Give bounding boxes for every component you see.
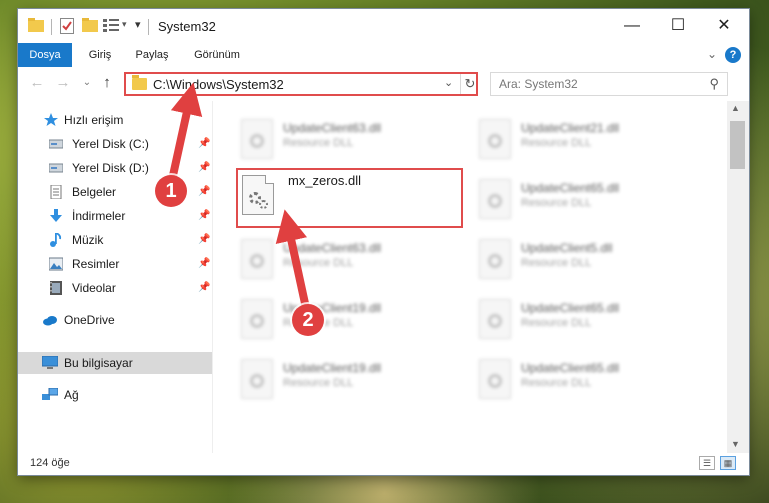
annotation-arrows — [168, 82, 310, 309]
step-badge-1: 1 — [155, 175, 187, 207]
annotation-arrow-1 — [168, 82, 203, 181]
step-badge-2: 2 — [292, 304, 324, 336]
annotation-arrow-2 — [275, 209, 310, 309]
